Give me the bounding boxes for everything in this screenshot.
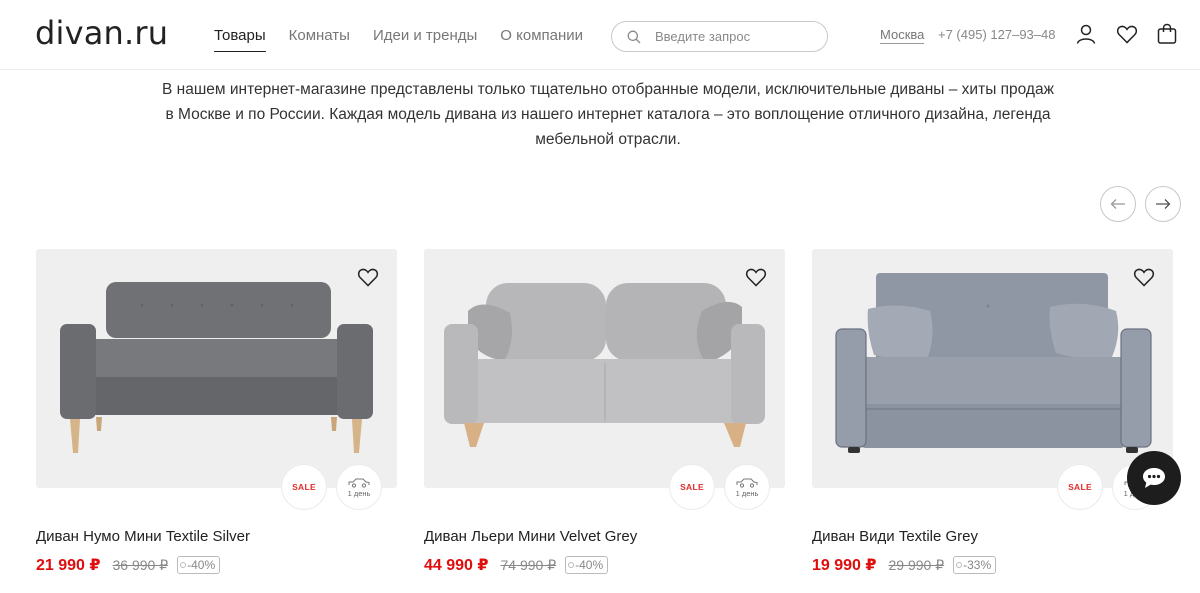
discount-tag: -40% <box>177 556 221 574</box>
delivery-car-icon <box>348 478 370 488</box>
arrow-right-icon <box>1156 199 1171 209</box>
product-image[interactable]: SALE 1 день <box>812 249 1173 510</box>
search-icon <box>627 30 641 43</box>
price-row: 21 990 ₽ 36 990 ₽ -40% <box>36 555 221 575</box>
product-title[interactable]: Диван Види Textile Grey <box>812 528 978 545</box>
arrow-left-icon <box>1110 199 1125 209</box>
logo[interactable]: divan.ru <box>35 14 168 52</box>
sale-badge: SALE <box>1057 464 1103 510</box>
price-row: 19 990 ₽ 29 990 ₽ -33% <box>812 555 997 575</box>
old-price: 74 990 ₽ <box>500 556 557 573</box>
price-row: 44 990 ₽ 74 990 ₽ -40% <box>424 555 609 575</box>
sale-badge: SALE <box>669 464 715 510</box>
phone-number[interactable]: +7 (495) 127–93–48 <box>938 27 1055 42</box>
old-price: 29 990 ₽ <box>888 556 945 573</box>
discount-tag: -33% <box>953 556 997 574</box>
carousel-next-button[interactable] <box>1145 186 1181 222</box>
carousel-prev-button[interactable] <box>1100 186 1136 222</box>
intro-line-2: в Москве и по России. Каждая модель дива… <box>165 106 1051 123</box>
delivery-car-icon <box>736 478 758 488</box>
search-box[interactable] <box>611 21 828 52</box>
sale-badge-label: SALE <box>292 482 316 492</box>
delivery-badge-label: 1 день <box>347 488 371 498</box>
delivery-badge: 1 день <box>724 464 770 510</box>
site-header: divan.ru Товары Комнаты Идеи и тренды О … <box>0 0 1200 70</box>
nav-item-about[interactable]: О компании <box>500 27 583 50</box>
current-price: 44 990 ₽ <box>424 557 489 574</box>
favorite-heart-icon[interactable] <box>1132 265 1156 289</box>
delivery-badge: 1 день <box>336 464 382 510</box>
current-price: 21 990 ₽ <box>36 557 101 574</box>
delivery-badge-label: 1 день <box>735 488 759 498</box>
intro-line-3: мебельной отрасли. <box>535 131 681 148</box>
nav-item-ideas[interactable]: Идеи и тренды <box>373 27 477 50</box>
heart-icon[interactable] <box>1115 22 1139 46</box>
sofa-image <box>835 273 1152 453</box>
intro-line-1: В нашем интернет-магазине представлены т… <box>162 81 1054 98</box>
sale-badge-label: SALE <box>1068 482 1092 492</box>
product-card[interactable]: SALE 1 день Диван Льери Мини Velvet Grey… <box>424 249 785 574</box>
sofa-image <box>60 282 373 453</box>
sale-badge: SALE <box>281 464 327 510</box>
sale-badge-label: SALE <box>680 482 704 492</box>
nav-item-goods[interactable]: Товары <box>214 27 266 52</box>
chat-bubble-icon <box>1143 468 1165 488</box>
user-icon[interactable] <box>1074 22 1098 46</box>
chat-widget-button[interactable] <box>1127 451 1181 505</box>
nav-item-rooms[interactable]: Комнаты <box>289 27 350 50</box>
bag-icon[interactable] <box>1155 22 1179 46</box>
city-selector[interactable]: Москва <box>880 27 925 44</box>
catalog-intro-text: В нашем интернет-магазине представлены т… <box>100 77 1116 152</box>
sofa-image <box>444 283 765 447</box>
favorite-heart-icon[interactable] <box>356 265 380 289</box>
favorite-heart-icon[interactable] <box>744 265 768 289</box>
product-image[interactable]: SALE 1 день <box>424 249 785 510</box>
product-image[interactable]: SALE 1 день <box>36 249 397 510</box>
product-card[interactable]: SALE 1 день Диван Види Textile Grey 19 9… <box>812 249 1173 574</box>
product-card[interactable]: SALE 1 день Диван Нумо Мини Textile Silv… <box>36 249 397 574</box>
discount-tag: -40% <box>565 556 609 574</box>
product-title[interactable]: Диван Льери Мини Velvet Grey <box>424 528 637 545</box>
search-input[interactable] <box>655 29 805 44</box>
current-price: 19 990 ₽ <box>812 557 877 574</box>
old-price: 36 990 ₽ <box>112 556 169 573</box>
main-nav: Товары Комнаты Идеи и тренды О компании <box>214 27 583 52</box>
product-title[interactable]: Диван Нумо Мини Textile Silver <box>36 528 250 545</box>
